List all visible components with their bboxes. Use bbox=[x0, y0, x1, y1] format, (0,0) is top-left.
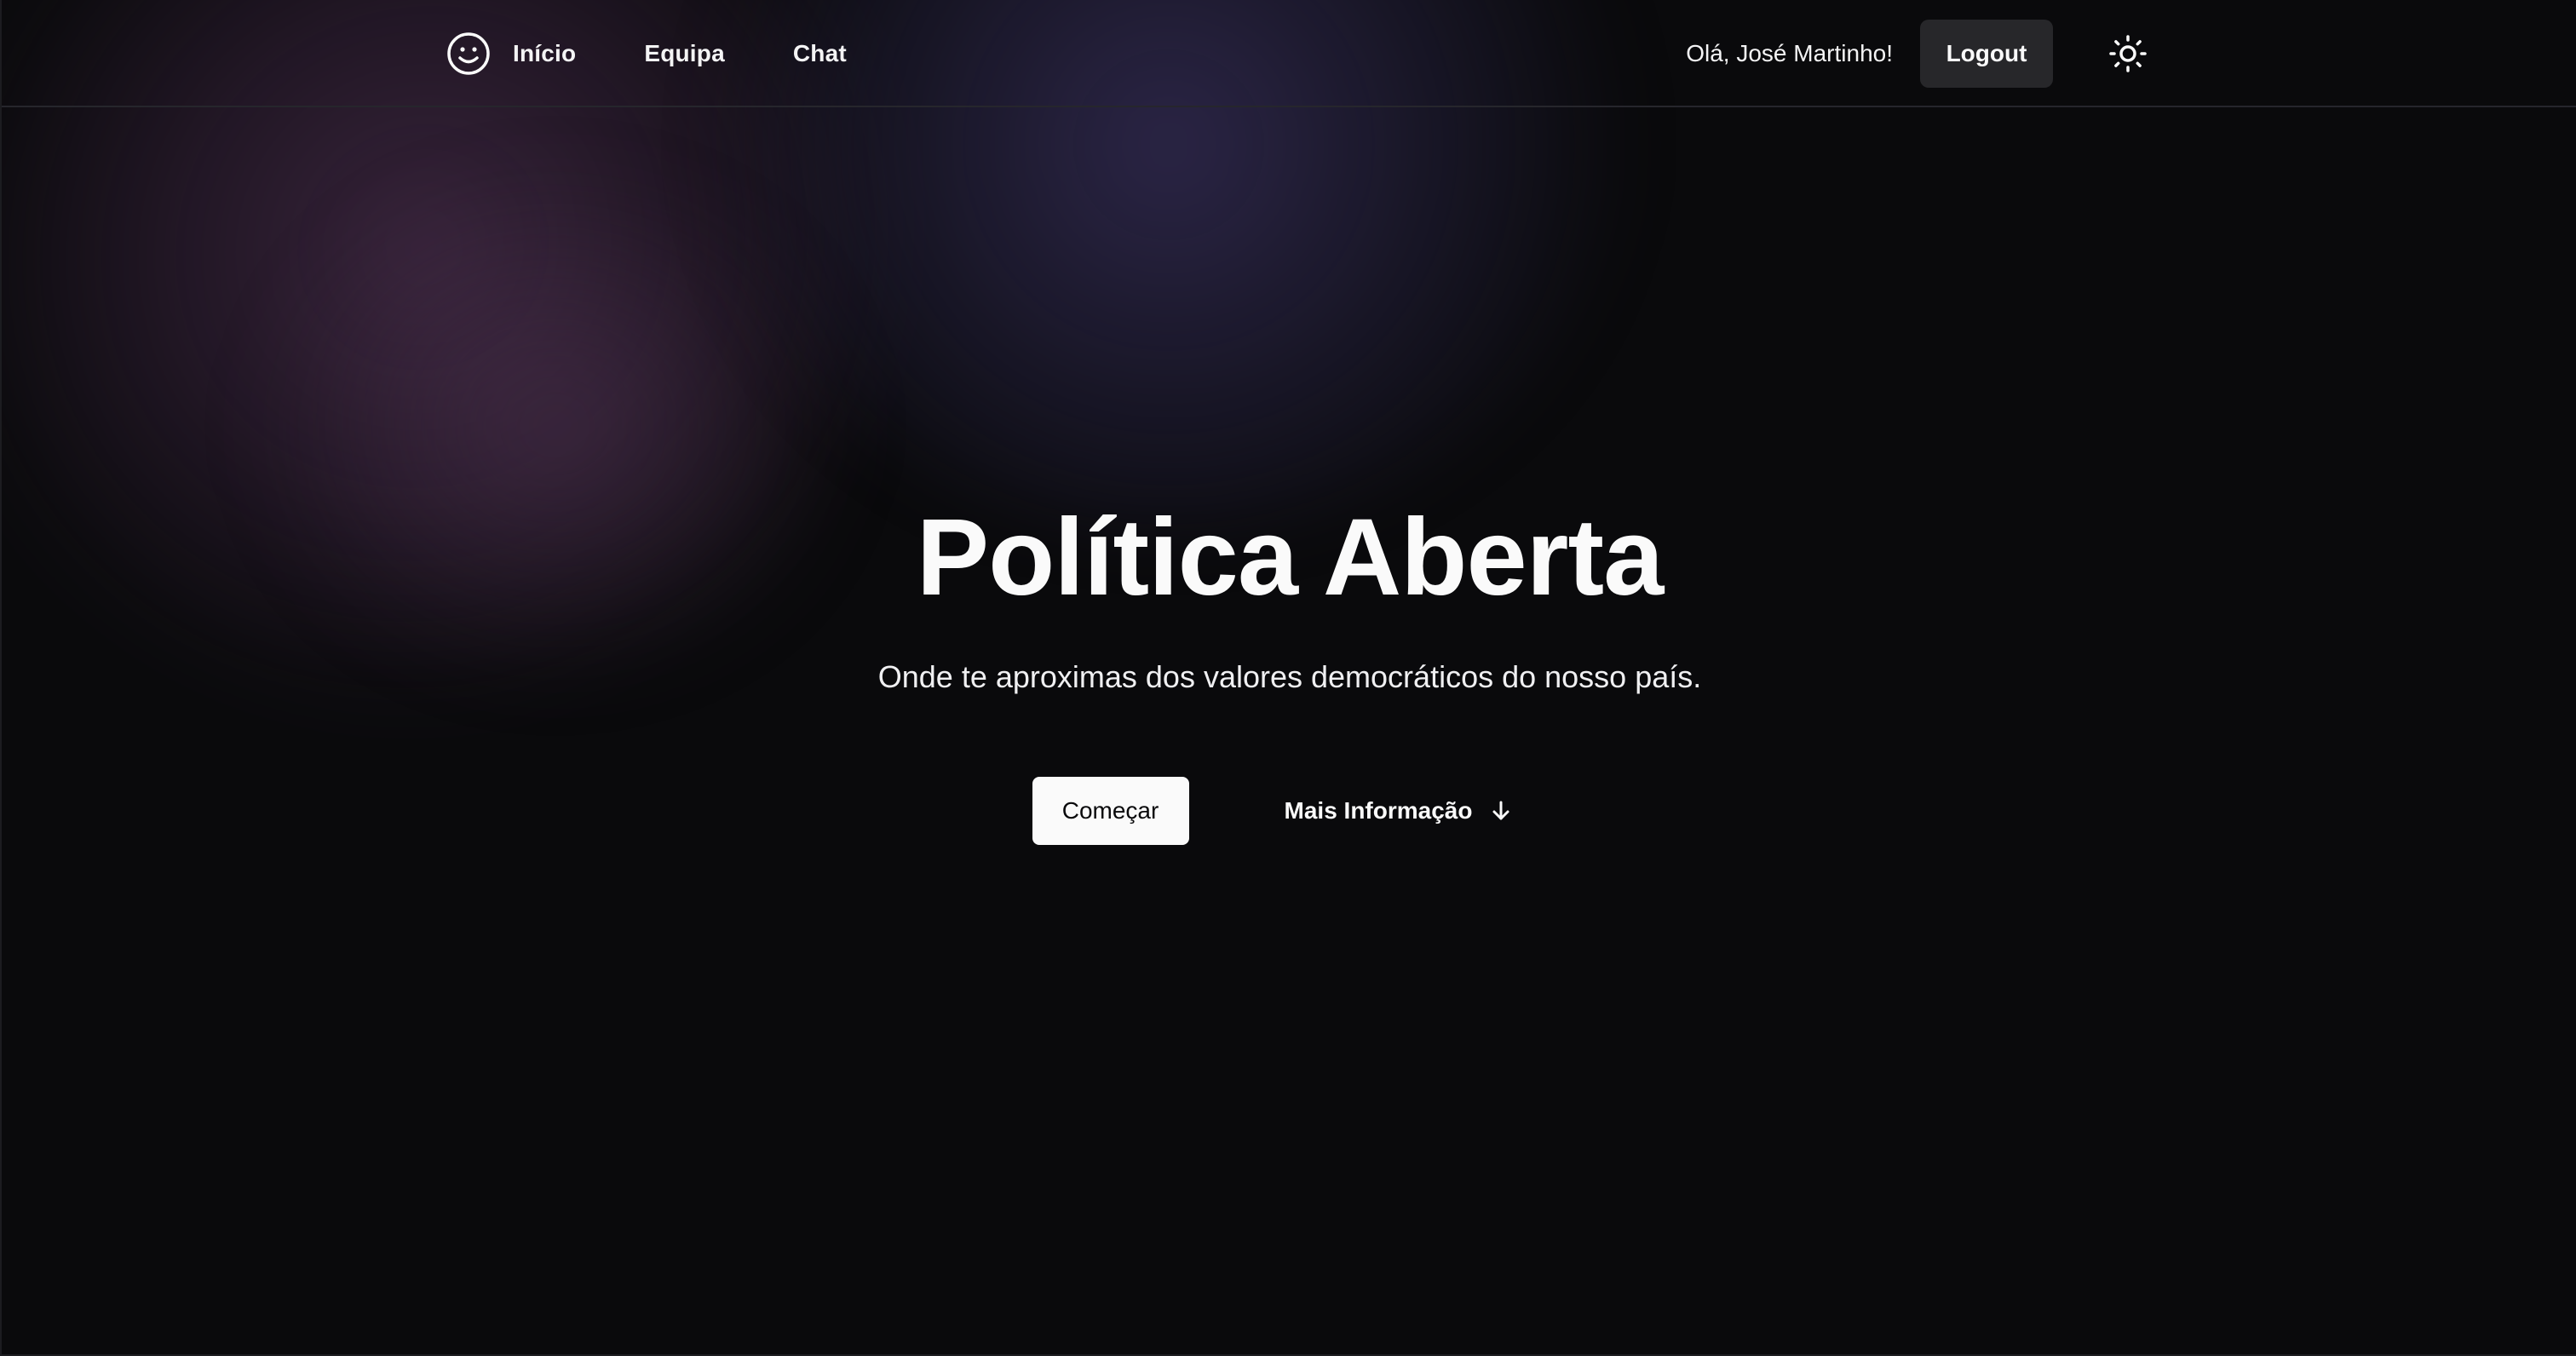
user-greeting: Olá, José Martinho! bbox=[1686, 40, 1893, 66]
logout-button[interactable]: Logout bbox=[1920, 20, 2053, 88]
top-navbar: Início Equipa Chat Olá, José Martinho! L… bbox=[2, 0, 2576, 107]
nav-link-equipa[interactable]: Equipa bbox=[644, 40, 725, 67]
nav-link-chat[interactable]: Chat bbox=[793, 40, 847, 67]
more-info-button[interactable]: Mais Informação bbox=[1285, 797, 1514, 825]
smiley-face-icon[interactable] bbox=[445, 30, 492, 78]
more-info-label: Mais Informação bbox=[1284, 797, 1473, 824]
page: Início Equipa Chat Olá, José Martinho! L… bbox=[0, 0, 2576, 1356]
start-button[interactable]: Começar bbox=[1032, 777, 1189, 845]
background-glow-purple bbox=[2, 0, 1076, 891]
nav-right-group: Olá, José Martinho! Logout bbox=[1686, 0, 2152, 107]
hero-subtitle: Onde te aproximas dos valores democrátic… bbox=[877, 659, 1702, 694]
nav-link-inicio[interactable]: Início bbox=[513, 40, 576, 67]
hero-actions: Começar Mais Informação bbox=[2, 777, 2576, 845]
nav-left-group: Início Equipa Chat bbox=[445, 0, 847, 107]
hero-title: Política Aberta bbox=[916, 497, 1665, 618]
sun-icon[interactable] bbox=[2104, 30, 2152, 78]
arrow-down-icon bbox=[1489, 799, 1513, 823]
